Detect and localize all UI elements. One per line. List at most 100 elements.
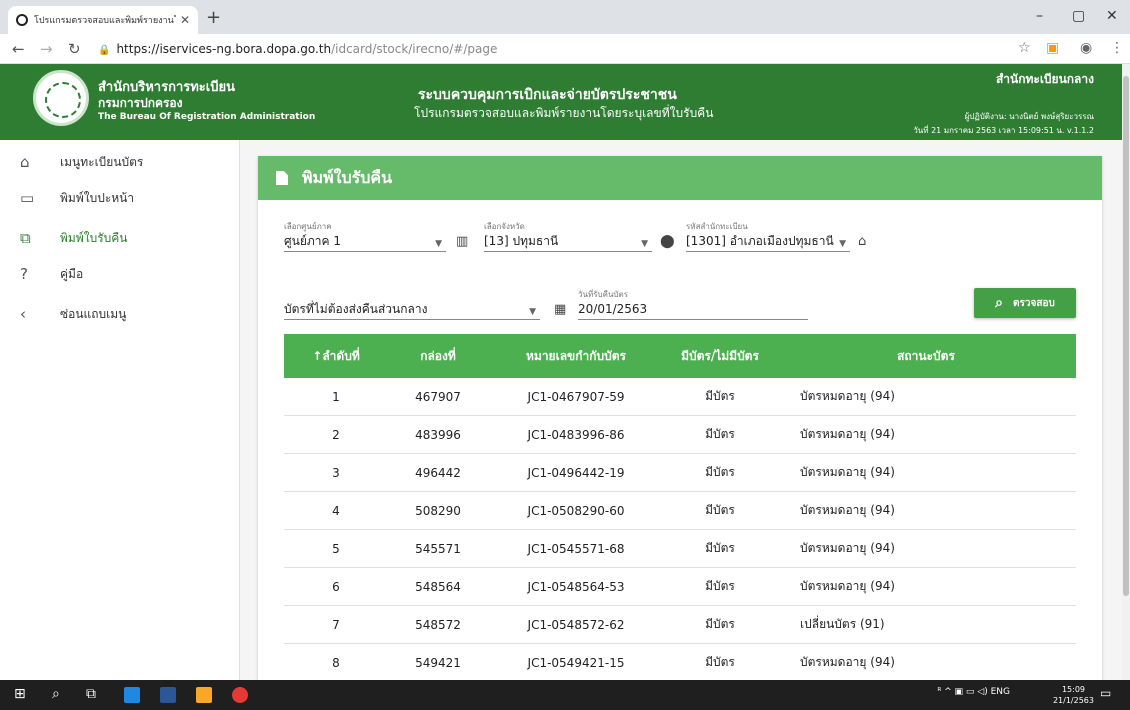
- close-window-button[interactable]: ✕: [1106, 8, 1118, 24]
- page-scrollbar[interactable]: [1122, 64, 1130, 680]
- office-name: สำนักทะเบียนกลาง: [995, 72, 1094, 86]
- return-form-card: พิมพ์ใบรับคืน เลือกศูนย์ภาค ศูนย์ภาค 1 ▼ …: [258, 156, 1102, 680]
- language-indicator: ENG: [990, 687, 1010, 697]
- sidebar-item-hide-menu[interactable]: ‹ ซ่อนแถบเมนู: [0, 296, 240, 332]
- col-has-card[interactable]: มีบัตร/ไม่มีบัตร: [664, 347, 776, 366]
- lock-icon: 🔒: [98, 45, 111, 56]
- cell-has-card: มีบัตร: [705, 427, 735, 441]
- system-tray[interactable]: ᴿ ^ ▣ ▭ ◁) ENG: [937, 687, 1010, 697]
- sidebar-item-card-menu[interactable]: ⌂ เมนูทะเบียนบัตร: [0, 144, 240, 180]
- government-building-icon: ⌂: [858, 234, 867, 249]
- word-icon[interactable]: [160, 687, 176, 703]
- cell-has-card: มีบัตร: [705, 655, 735, 669]
- province-select[interactable]: เลือกจังหวัด [13] ปทุมธานี ▼: [484, 220, 652, 252]
- cell-card-number: JC1-0549421-15: [527, 655, 625, 670]
- sidebar-item-label: พิมพ์ใบรับคืน: [60, 230, 128, 245]
- system-subtitle: โปรแกรมตรวจสอบและพิมพ์รายงานโดยระบุเลขที…: [414, 106, 714, 120]
- chevron-left-icon: ‹: [20, 305, 26, 323]
- close-tab-icon[interactable]: ✕: [180, 13, 190, 27]
- task-view-icon[interactable]: ⧉: [86, 686, 96, 702]
- new-tab-button[interactable]: +: [206, 8, 221, 28]
- office-caption: รหัสสำนักทะเบียน: [686, 222, 748, 231]
- search-icon[interactable]: ⌕: [52, 686, 60, 702]
- search-icon: ⌕: [995, 295, 1004, 311]
- browser-tab[interactable]: โปรแกรมตรวจสอบและพิมพ์รายงานโดย ✕: [8, 6, 198, 34]
- notification-icon[interactable]: ▭: [1100, 686, 1111, 700]
- cell-box: 496442: [415, 465, 461, 480]
- col-seq-label: ลำดับที่: [322, 348, 360, 363]
- col-card-number[interactable]: หมายเลขกำกับบัตร: [488, 347, 664, 366]
- office-select[interactable]: รหัสสำนักทะเบียน [1301] อำเภอเมืองปทุมธา…: [686, 220, 850, 252]
- sidebar-item-return-print[interactable]: ⧉ พิมพ์ใบรับคืน: [0, 220, 240, 256]
- card-header: พิมพ์ใบรับคืน: [258, 156, 1102, 200]
- sidebar-item-label: คู่มือ: [60, 266, 84, 281]
- table-row[interactable]: 6 548564 JC1-0548564-53 มีบัตร บัตรหมดอายุ (…: [284, 568, 1076, 606]
- cell-seq: 5: [332, 541, 340, 556]
- sidebar-item-manual[interactable]: ? คู่มือ: [0, 256, 240, 292]
- taskbar-clock[interactable]: 15:09 21/1/2563: [1053, 684, 1094, 706]
- cell-has-card: มีบัตร: [705, 541, 735, 555]
- cell-seq: 8: [332, 655, 340, 670]
- minimize-button[interactable]: –: [1036, 8, 1043, 24]
- card-icon: ▭: [20, 189, 35, 207]
- edge-browser-icon[interactable]: [124, 687, 140, 703]
- cell-card-number: JC1-0496442-19: [527, 465, 625, 480]
- cell-card-status: เปลี่ยนบัตร (91): [800, 617, 885, 631]
- table-row[interactable]: 4 508290 JC1-0508290-60 มีบัตร บัตรหมดอายุ (…: [284, 492, 1076, 530]
- region-select[interactable]: เลือกศูนย์ภาค ศูนย์ภาค 1 ▼: [284, 220, 446, 252]
- table-row[interactable]: 3 496442 JC1-0496442-19 มีบัตร บัตรหมดอายุ (…: [284, 454, 1076, 492]
- cell-card-number: JC1-0467907-59: [527, 389, 625, 404]
- table-header: ↑ลำดับที่ กล่องที่ หมายเลขกำกับบัตร มีบั…: [284, 334, 1076, 378]
- table-row[interactable]: 8 549421 JC1-0549421-15 มีบัตร บัตรหมดอายุ (…: [284, 644, 1076, 680]
- extension-icon[interactable]: ▣: [1046, 40, 1059, 56]
- cell-seq: 2: [332, 427, 340, 442]
- home-icon: ⌂: [20, 153, 30, 171]
- system-title: ระบบควบคุมการเบิกและจ่ายบัตรประชาชน: [418, 87, 677, 103]
- cards-stack-icon: ⧉: [20, 229, 31, 247]
- sidebar-item-cover-print[interactable]: ▭ พิมพ์ใบปะหน้า: [0, 180, 240, 216]
- ministry-name: กรมการปกครอง: [98, 96, 183, 110]
- cell-has-card: มีบัตร: [705, 389, 735, 403]
- cell-card-number: JC1-0545571-68: [527, 541, 625, 556]
- profile-avatar[interactable]: ◉: [1080, 40, 1092, 56]
- forward-icon[interactable]: →: [40, 40, 53, 58]
- check-button-label: ตรวจสอบ: [1013, 297, 1055, 309]
- chrome-icon[interactable]: [232, 687, 248, 703]
- sort-up-icon: ↑: [312, 348, 323, 363]
- table-row[interactable]: 7 548572 JC1-0548572-62 มีบัตร เปลี่ยนบัตร (…: [284, 606, 1076, 644]
- table-body: 1 467907 JC1-0467907-59 มีบัตร บัตรหมดอายุ (…: [284, 378, 1076, 680]
- col-card-status[interactable]: สถานะบัตร: [776, 347, 1076, 366]
- return-date-field[interactable]: วันที่รับคืนบัตร 20/01/2563: [578, 288, 808, 320]
- bookmark-star-icon[interactable]: ☆: [1018, 40, 1031, 56]
- card-type-select[interactable]: บัตรที่ไม่ต้องส่งคืนส่วนกลาง ▼: [284, 288, 540, 320]
- browser-window: โปรแกรมตรวจสอบและพิมพ์รายงานโดย ✕ + – ▢ …: [0, 0, 1130, 680]
- url-field[interactable]: 🔒 https://iservices-ng.bora.dopa.go.th/id…: [98, 42, 497, 56]
- location-pin-icon: ⬤: [660, 234, 675, 249]
- cell-card-status: บัตรหมดอายุ (94): [800, 579, 895, 593]
- windows-start-icon[interactable]: ⊞: [14, 686, 26, 702]
- sidebar: ⌂ เมนูทะเบียนบัตร ▭ พิมพ์ใบปะหน้า ⧉ พิมพ…: [0, 140, 240, 680]
- cell-seq: 1: [332, 389, 340, 404]
- browser-menu-icon[interactable]: ⋮: [1110, 40, 1124, 56]
- card-type-value: บัตรที่ไม่ต้องส่งคืนส่วนกลาง: [284, 302, 428, 316]
- reload-icon[interactable]: ↻: [68, 40, 81, 58]
- back-icon[interactable]: ←: [12, 40, 25, 58]
- table-row[interactable]: 5 545571 JC1-0545571-68 มีบัตร บัตรหมดอายุ (…: [284, 530, 1076, 568]
- check-button[interactable]: ⌕ ตรวจสอบ: [974, 288, 1076, 318]
- card-title: พิมพ์ใบรับคืน: [302, 167, 392, 187]
- col-box[interactable]: กล่องที่: [388, 347, 488, 366]
- table-row[interactable]: 1 467907 JC1-0467907-59 มีบัตร บัตรหมดอายุ (…: [284, 378, 1076, 416]
- scroll-thumb[interactable]: [1123, 76, 1129, 596]
- cell-card-status: บัตรหมดอายุ (94): [800, 503, 895, 517]
- maximize-button[interactable]: ▢: [1072, 8, 1085, 24]
- calendar-icon[interactable]: ▦: [554, 302, 566, 317]
- return-date-value: 20/01/2563: [578, 302, 648, 316]
- table-row[interactable]: 2 483996 JC1-0483996-86 มีบัตร บัตรหมดอายุ (…: [284, 416, 1076, 454]
- tab-strip: โปรแกรมตรวจสอบและพิมพ์รายงานโดย ✕ + – ▢ …: [0, 0, 1130, 34]
- col-seq[interactable]: ↑ลำดับที่: [284, 347, 388, 366]
- sidebar-item-label: ซ่อนแถบเมนู: [60, 306, 127, 321]
- file-explorer-icon[interactable]: [196, 687, 212, 703]
- cell-card-status: บัตรหมดอายุ (94): [800, 427, 895, 441]
- cell-card-number: JC1-0508290-60: [527, 503, 625, 518]
- cell-seq: 3: [332, 465, 340, 480]
